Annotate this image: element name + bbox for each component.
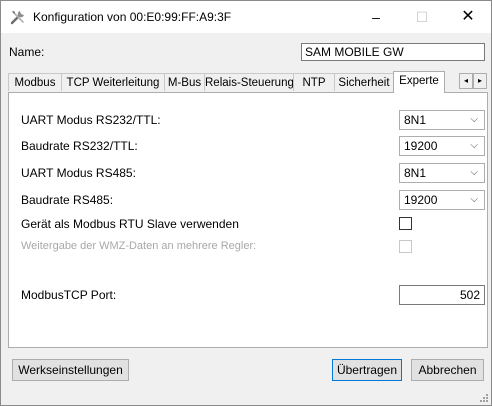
- transfer-button[interactable]: Übertragen: [332, 359, 402, 381]
- uart-mode-rs232-label: UART Modus RS232/TTL:: [21, 113, 161, 127]
- baud-rs485-select[interactable]: 19200 ⌵: [399, 190, 485, 210]
- chevron-down-icon: ⌵: [470, 114, 478, 125]
- tab-m-bus[interactable]: M-Bus: [164, 73, 205, 91]
- title-bar: Konfiguration von 00:E0:99:FF:A9:3F – ☐ …: [1, 1, 491, 33]
- baud-rs485-value: 19200: [404, 193, 438, 207]
- cancel-label: Abbrechen: [418, 363, 477, 377]
- chevron-down-icon: ⌵: [470, 140, 478, 151]
- tab-sicherheit[interactable]: Sicherheit: [334, 73, 394, 91]
- wmz-forward-checkbox[interactable]: [399, 240, 412, 253]
- tab-scroll-right-button[interactable]: ▸: [473, 73, 487, 89]
- baud-rs232-select[interactable]: 19200 ⌵: [399, 136, 485, 156]
- tab-ntp[interactable]: NTP: [293, 73, 335, 91]
- factory-reset-button[interactable]: Werkseinstellungen: [12, 359, 129, 381]
- name-input[interactable]: SAM MOBILE GW: [301, 43, 485, 61]
- window-title: Konfiguration von 00:E0:99:FF:A9:3F: [33, 10, 232, 24]
- cancel-button[interactable]: Abbrechen: [411, 359, 484, 381]
- tab-experte[interactable]: Experte: [393, 71, 445, 93]
- tab-relais-steuerung[interactable]: Relais-Steuerung: [204, 73, 294, 91]
- resize-grip-icon[interactable]: [479, 393, 489, 403]
- modbus-rtu-slave-checkbox[interactable]: [399, 217, 412, 230]
- modbustcp-port-label: ModbusTCP Port:: [21, 288, 117, 302]
- chevron-down-icon: ⌵: [470, 194, 478, 205]
- baud-rs232-value: 19200: [404, 139, 438, 153]
- uart-mode-rs485-select[interactable]: 8N1 ⌵: [399, 163, 485, 183]
- tab-scroll-left-button[interactable]: ◂: [459, 73, 473, 89]
- name-row: Name: SAM MOBILE GW: [1, 41, 491, 65]
- factory-reset-label: Werkseinstellungen: [18, 363, 123, 377]
- tools-icon: [10, 11, 24, 25]
- maximize-button[interactable]: ☐: [399, 1, 445, 33]
- uart-mode-rs232-value: 8N1: [404, 113, 427, 127]
- minimize-button[interactable]: –: [353, 1, 399, 33]
- close-button[interactable]: ✕: [445, 1, 491, 33]
- tab-modbus[interactable]: Modbus: [8, 73, 62, 91]
- name-label: Name:: [9, 45, 45, 59]
- uart-mode-rs485-value: 8N1: [404, 166, 427, 180]
- modbus-rtu-slave-label: Gerät als Modbus RTU Slave verwenden: [21, 217, 239, 231]
- experte-panel: UART Modus RS232/TTL: 8N1 ⌵ Baudrate RS2…: [8, 92, 488, 348]
- uart-mode-rs485-label: UART Modus RS485:: [21, 166, 136, 180]
- modbustcp-port-input[interactable]: 502: [399, 285, 485, 305]
- chevron-down-icon: ⌵: [470, 167, 478, 178]
- transfer-label: Übertragen: [336, 363, 398, 377]
- config-dialog: Konfiguration von 00:E0:99:FF:A9:3F – ☐ …: [0, 0, 492, 406]
- baud-rs485-label: Baudrate RS485:: [21, 193, 114, 207]
- baud-rs232-label: Baudrate RS232/TTL:: [21, 139, 138, 153]
- tab-strip: Modbus TCP Weiterleitung M-Bus Relais-St…: [8, 71, 488, 93]
- tab-tcp-weiterleitung[interactable]: TCP Weiterleitung: [61, 73, 165, 91]
- wmz-forward-label: Weitergabe der WMZ-Daten an mehrere Regl…: [21, 240, 257, 252]
- uart-mode-rs232-select[interactable]: 8N1 ⌵: [399, 110, 485, 130]
